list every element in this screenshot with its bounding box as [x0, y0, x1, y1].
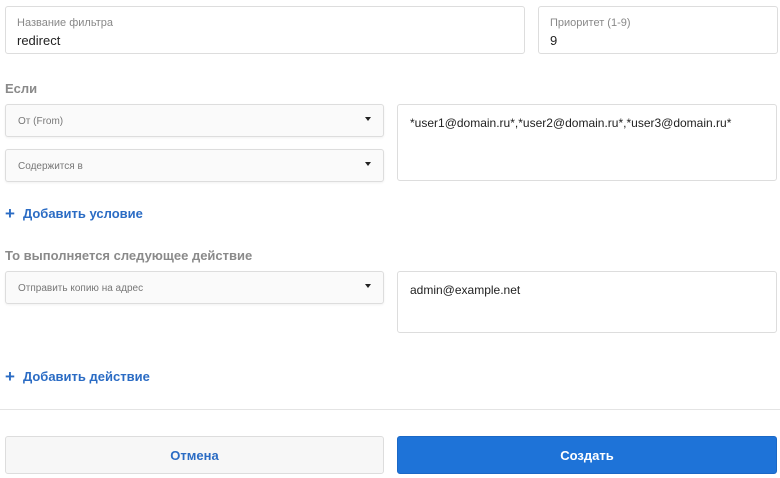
conditions-title: Если	[5, 81, 38, 96]
cancel-button[interactable]: Отмена	[5, 436, 384, 474]
condition-operator-select-value: Содержится в	[18, 161, 83, 172]
priority-field[interactable]: Приоритет (1-9) 9	[538, 6, 778, 54]
filter-name-field[interactable]: Название фильтра redirect	[5, 6, 525, 54]
action-value-text: admin@example.net	[410, 283, 521, 297]
priority-label: Приоритет (1-9)	[550, 17, 631, 29]
chevron-down-icon	[365, 162, 371, 166]
chevron-down-icon	[365, 284, 371, 288]
add-action-link[interactable]: + Добавить действие	[5, 368, 150, 385]
filter-name-value[interactable]: redirect	[17, 33, 60, 48]
condition-value-text: *user1@domain.ru*,*user2@domain.ru*,*use…	[410, 116, 732, 130]
condition-value-input[interactable]: *user1@domain.ru*,*user2@domain.ru*,*use…	[397, 104, 777, 181]
plus-icon: +	[5, 367, 15, 386]
action-select-value: Отправить копию на адрес	[18, 283, 144, 294]
add-condition-label: Добавить условие	[22, 206, 143, 221]
condition-field-select-value: От (From)	[18, 116, 64, 127]
create-button[interactable]: Создать	[397, 436, 777, 474]
action-value-input[interactable]: admin@example.net	[397, 271, 777, 333]
footer-divider	[0, 409, 780, 410]
actions-title: То выполняется следующее действие	[5, 248, 253, 263]
condition-operator-select[interactable]: Содержится в	[5, 149, 384, 182]
priority-value[interactable]: 9	[550, 33, 557, 48]
action-select[interactable]: Отправить копию на адрес	[5, 271, 384, 304]
filter-editor: Название фильтра redirect Приоритет (1-9…	[0, 0, 780, 478]
chevron-down-icon	[365, 117, 371, 121]
add-action-label: Добавить действие	[22, 369, 150, 384]
filter-name-label: Название фильтра	[17, 17, 113, 29]
add-condition-link[interactable]: + Добавить условие	[5, 205, 143, 222]
condition-field-select[interactable]: От (From)	[5, 104, 384, 137]
plus-icon: +	[5, 204, 15, 223]
